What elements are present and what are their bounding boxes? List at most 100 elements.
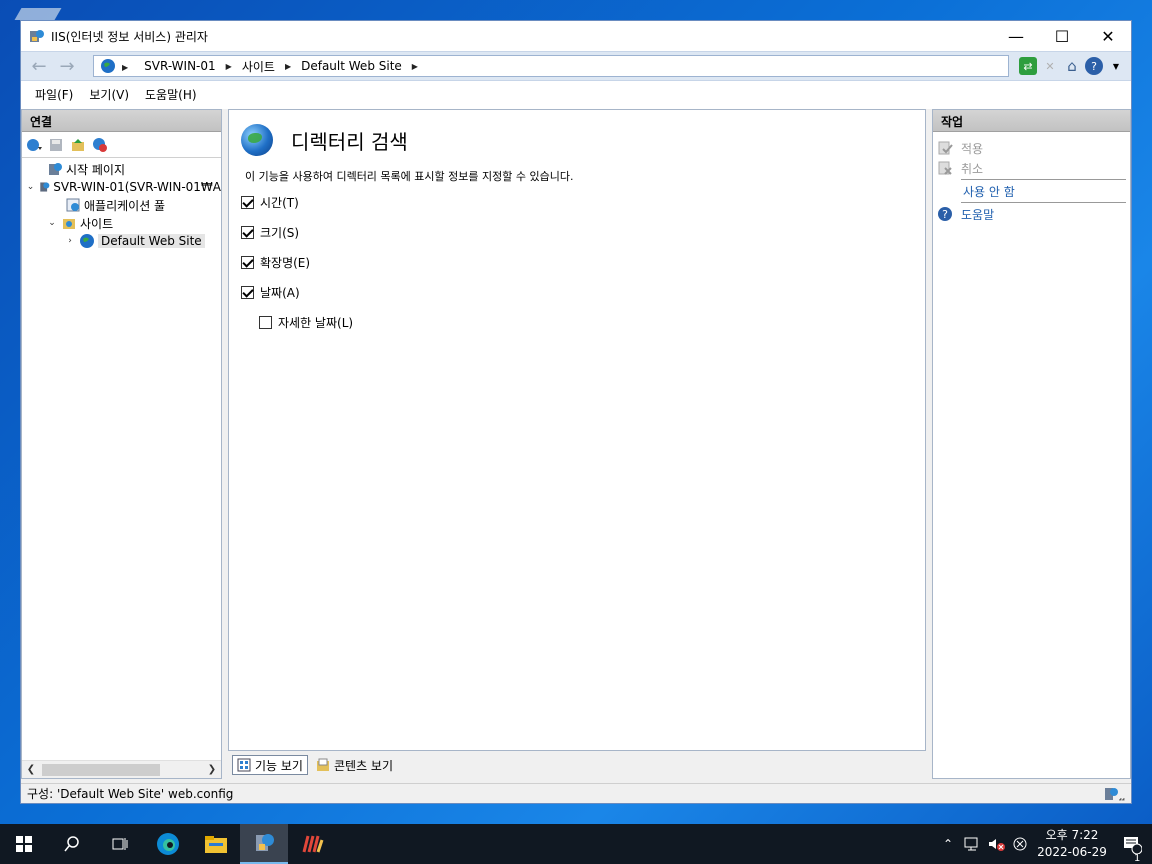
extension-checkbox[interactable] bbox=[241, 255, 254, 269]
menu-view[interactable]: 보기(V) bbox=[81, 86, 137, 103]
taskbar-clock[interactable]: 오후 7:22 2022-06-29 bbox=[1032, 827, 1112, 861]
menu-bar: 파일(F) 보기(V) 도움말(H) bbox=[21, 81, 1131, 107]
nav-tools: ⇄ ✕ ⌂ ? ▼ bbox=[1019, 57, 1125, 75]
search-button[interactable] bbox=[48, 824, 96, 864]
server-icon bbox=[40, 182, 50, 192]
connect-globe-icon[interactable] bbox=[26, 137, 42, 153]
content-view-icon bbox=[316, 758, 329, 771]
tab-features-view[interactable]: 기능 보기 bbox=[232, 755, 308, 775]
file-explorer-taskbar-button[interactable] bbox=[192, 824, 240, 864]
tree-item-start-page[interactable]: 시작 페이지 bbox=[22, 160, 221, 178]
expand-chevron-icon[interactable]: › bbox=[64, 236, 76, 246]
action-disable[interactable]: 사용 안 함 bbox=[933, 181, 1130, 201]
network-icon[interactable] bbox=[960, 836, 984, 852]
tree-item-server[interactable]: ⌄ SVR-WIN-01(SVR-WIN-01₩A bbox=[22, 178, 221, 196]
tree-item-sites[interactable]: ⌄ 사이트 bbox=[22, 214, 221, 232]
tab-content-view[interactable]: 콘텐츠 보기 bbox=[312, 755, 397, 775]
main-area: 연결 시작 페이지 ⌄ SVR-WIN-01(SVR-WIN-01₩A 애플리케… bbox=[21, 109, 1131, 785]
globe-icon bbox=[101, 59, 115, 73]
actions-divider bbox=[961, 202, 1126, 203]
tree-item-default-web-site[interactable]: › Default Web Site bbox=[22, 232, 221, 250]
iis-manager-icon bbox=[256, 834, 274, 851]
stop-icon[interactable]: ✕ bbox=[1041, 57, 1059, 75]
forward-arrow-icon[interactable]: → bbox=[53, 55, 81, 77]
option-extension[interactable]: 확장명(E) bbox=[241, 252, 925, 272]
desktop-icon-fragment bbox=[14, 8, 62, 20]
cancel-icon bbox=[938, 161, 952, 175]
status-bar: 구성: 'Default Web Site' web.config bbox=[21, 783, 1131, 803]
iis-manager-taskbar-button[interactable] bbox=[240, 824, 288, 864]
close-button[interactable]: ✕ bbox=[1085, 21, 1131, 51]
option-long-date[interactable]: 자세한 날짜(L) bbox=[259, 312, 925, 332]
help-icon: ? bbox=[938, 207, 952, 221]
globe-icon bbox=[80, 234, 94, 248]
scrollbar-thumb[interactable] bbox=[42, 763, 160, 776]
menu-help[interactable]: 도움말(H) bbox=[137, 86, 205, 103]
svg-text:?: ? bbox=[942, 208, 948, 221]
save-icon[interactable] bbox=[48, 137, 64, 153]
actions-pane: 작업 적용 취소 사용 안 함 ? 도움말 bbox=[932, 109, 1131, 779]
actions-header: 작업 bbox=[933, 110, 1130, 132]
connections-tree: 시작 페이지 ⌄ SVR-WIN-01(SVR-WIN-01₩A 애플리케이션 … bbox=[22, 158, 221, 250]
edge-taskbar-button[interactable] bbox=[144, 824, 192, 864]
date-checkbox[interactable] bbox=[241, 285, 254, 299]
address-breadcrumb[interactable]: ▶ SVR-WIN-01 ▶ 사이트 ▶ Default Web Site ▶ bbox=[93, 55, 1009, 77]
option-size[interactable]: 크기(S) bbox=[241, 222, 925, 242]
view-tabs: 기능 보기 콘텐츠 보기 bbox=[232, 755, 397, 775]
notification-icon bbox=[1124, 837, 1142, 854]
breadcrumb-separator-icon[interactable]: ▶ bbox=[116, 59, 134, 73]
maximize-button[interactable]: ☐ bbox=[1039, 21, 1085, 51]
help-icon[interactable]: ? bbox=[1085, 57, 1103, 75]
time-checkbox[interactable] bbox=[241, 195, 254, 209]
volume-muted-icon[interactable] bbox=[984, 836, 1008, 852]
task-view-button[interactable] bbox=[96, 824, 144, 864]
app-pool-icon bbox=[66, 198, 80, 212]
app-taskbar-button[interactable] bbox=[288, 824, 336, 864]
home-icon[interactable]: ⌂ bbox=[1063, 57, 1081, 75]
breadcrumb-server[interactable]: SVR-WIN-01 bbox=[134, 59, 226, 73]
long-date-checkbox[interactable] bbox=[259, 315, 272, 329]
collapse-chevron-icon[interactable]: ⌄ bbox=[26, 182, 35, 192]
minimize-button[interactable]: — bbox=[993, 21, 1039, 51]
up-level-icon[interactable] bbox=[70, 137, 86, 153]
system-tray: ⌃ 오후 7:22 2022-06-29 1 bbox=[936, 824, 1152, 864]
striped-app-icon bbox=[302, 835, 324, 853]
tree-item-app-pools[interactable]: 애플리케이션 풀 bbox=[22, 196, 221, 214]
status-error-icon[interactable] bbox=[1008, 836, 1032, 852]
notification-center-button[interactable]: 1 bbox=[1112, 834, 1152, 864]
horizontal-scrollbar[interactable]: ❮ ❯ bbox=[22, 760, 221, 778]
start-button[interactable] bbox=[0, 824, 48, 864]
navigation-bar: ← → ▶ SVR-WIN-01 ▶ 사이트 ▶ Default Web Sit… bbox=[21, 51, 1131, 81]
action-apply[interactable]: 적용 bbox=[933, 138, 1130, 158]
action-help[interactable]: ? 도움말 bbox=[933, 204, 1130, 224]
apply-icon bbox=[938, 141, 953, 155]
scroll-right-icon[interactable]: ❯ bbox=[203, 764, 221, 775]
feature-description: 이 기능을 사용하여 디렉터리 목록에 표시할 정보를 지정할 수 있습니다. bbox=[245, 170, 574, 183]
feature-content-pane: 디렉터리 검색 이 기능을 사용하여 디렉터리 목록에 표시할 정보를 지정할 … bbox=[228, 109, 926, 751]
iis-manager-window: IIS(인터넷 정보 서비스) 관리자 — ☐ ✕ ← → ▶ SVR-WIN-… bbox=[20, 20, 1132, 804]
size-checkbox[interactable] bbox=[241, 225, 254, 239]
directory-browsing-globe-icon bbox=[241, 124, 273, 156]
show-hidden-icons-chevron-icon[interactable]: ⌃ bbox=[936, 837, 960, 851]
back-arrow-icon[interactable]: ← bbox=[25, 55, 53, 77]
breadcrumb-separator-icon[interactable]: ▶ bbox=[412, 62, 418, 71]
option-date[interactable]: 날짜(A) bbox=[241, 282, 925, 302]
status-text: 구성: 'Default Web Site' web.config bbox=[27, 787, 234, 801]
breadcrumb-default-web-site[interactable]: Default Web Site bbox=[291, 59, 412, 73]
scroll-left-icon[interactable]: ❮ bbox=[22, 764, 40, 775]
action-cancel[interactable]: 취소 bbox=[933, 158, 1130, 178]
breadcrumb-sites[interactable]: 사이트 bbox=[232, 58, 285, 75]
status-server-icon bbox=[1105, 788, 1125, 801]
help-dropdown-chevron-icon[interactable]: ▼ bbox=[1107, 57, 1125, 75]
menu-file[interactable]: 파일(F) bbox=[27, 86, 81, 103]
disconnect-icon[interactable] bbox=[92, 137, 108, 153]
notification-count-badge: 1 bbox=[1134, 853, 1141, 864]
edge-browser-icon bbox=[157, 833, 179, 855]
task-view-icon bbox=[112, 838, 128, 850]
window-title: IIS(인터넷 정보 서비스) 관리자 bbox=[51, 29, 208, 44]
option-time[interactable]: 시간(T) bbox=[241, 192, 925, 212]
actions-divider bbox=[961, 179, 1126, 180]
collapse-chevron-icon[interactable]: ⌄ bbox=[46, 218, 58, 228]
refresh-icon[interactable]: ⇄ bbox=[1019, 57, 1037, 75]
windows-logo-icon bbox=[16, 836, 32, 852]
